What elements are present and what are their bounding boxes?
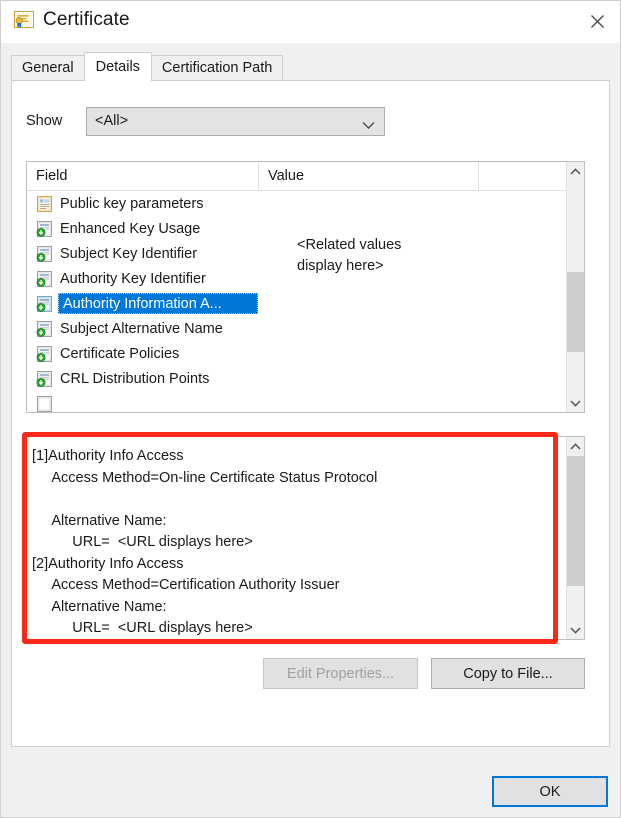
list-item-label: Subject Key Identifier: [60, 245, 198, 262]
column-header-field-label: Field: [36, 168, 68, 184]
list-item[interactable]: Subject Alternative Name: [27, 316, 568, 341]
show-dropdown[interactable]: <All>: [86, 107, 385, 136]
tab-details[interactable]: Details: [83, 52, 152, 81]
scroll-down-icon[interactable]: [567, 394, 584, 412]
close-icon[interactable]: [574, 1, 620, 41]
tab-general[interactable]: General: [11, 55, 85, 80]
extension-download-icon: [36, 220, 53, 237]
extension-download-icon: [36, 295, 53, 312]
list-column-headers: Field Value: [27, 162, 584, 191]
list-item-selected[interactable]: Authority Information A...: [27, 291, 568, 316]
edit-properties-label: Edit Properties...: [286, 665, 395, 682]
show-dropdown-value: <All>: [95, 113, 129, 129]
tab-certification-path[interactable]: Certification Path: [150, 55, 284, 80]
scroll-down-icon[interactable]: [567, 621, 584, 639]
field-list-rows: Public key parameters Enhanced Key Usage: [27, 191, 568, 412]
list-item-label: Certificate Policies: [60, 345, 180, 362]
list-item-label: Public key parameters: [60, 195, 204, 212]
certificate-dialog: Certificate General Details Certificatio…: [0, 0, 621, 818]
detail-scrollbar[interactable]: [566, 437, 584, 639]
list-item-label: CRL Distribution Points: [60, 370, 210, 387]
tab-strip: General Details Certification Path: [11, 52, 284, 81]
column-header-field[interactable]: Field: [27, 162, 259, 190]
scroll-up-icon[interactable]: [567, 437, 584, 455]
certificate-field-list[interactable]: Field Value Public key parameters Enhanc…: [26, 161, 585, 413]
list-item-label: Enhanced Key Usage: [60, 220, 201, 237]
window-title: Certificate: [43, 9, 130, 30]
show-label: Show: [26, 113, 63, 129]
list-item[interactable]: Public key parameters: [27, 191, 568, 216]
extension-download-icon: [36, 320, 53, 337]
copy-to-file-button[interactable]: Copy to File...: [431, 658, 585, 689]
field-list-scroll-thumb[interactable]: [567, 272, 584, 352]
tab-certification-path-label: Certification Path: [161, 60, 273, 76]
chevron-down-icon: [362, 117, 375, 135]
column-header-spacer: [479, 162, 565, 190]
list-item-label: Subject Alternative Name: [60, 320, 223, 337]
column-header-value-label: Value: [268, 168, 305, 184]
ok-button[interactable]: OK: [492, 776, 608, 807]
document-icon: [36, 195, 53, 212]
list-item[interactable]: Certificate Policies: [27, 341, 568, 366]
detail-scroll-thumb[interactable]: [567, 456, 584, 586]
ok-label: OK: [539, 783, 561, 800]
list-item[interactable]: CRL Distribution Points: [27, 366, 568, 391]
scroll-up-icon[interactable]: [567, 162, 584, 180]
list-item-label: Authority Information A...: [63, 295, 222, 312]
list-item[interactable]: Enhanced Key Usage: [27, 216, 568, 241]
list-item-label: Authority Key Identifier: [60, 270, 206, 287]
copy-to-file-label: Copy to File...: [463, 665, 553, 682]
certificate-icon: [14, 11, 34, 29]
extension-download-icon: [36, 395, 53, 412]
list-item[interactable]: Authority Key Identifier: [27, 266, 568, 291]
tab-details-label: Details: [95, 59, 140, 75]
field-list-scrollbar[interactable]: [566, 162, 584, 412]
detail-text: [1]Authority Info Access Access Method=O…: [32, 448, 378, 636]
extension-download-icon: [36, 270, 53, 287]
extension-download-icon: [36, 345, 53, 362]
certificate-detail-textbox[interactable]: [1]Authority Info Access Access Method=O…: [26, 436, 585, 640]
list-item-partial[interactable]: [27, 391, 568, 412]
tab-general-label: General: [22, 60, 74, 76]
column-header-value[interactable]: Value: [259, 162, 479, 190]
list-item[interactable]: Subject Key Identifier: [27, 241, 568, 266]
edit-properties-button[interactable]: Edit Properties...: [263, 658, 418, 689]
extension-download-icon: [36, 370, 53, 387]
title-bar: Certificate: [1, 1, 620, 43]
extension-download-icon: [36, 245, 53, 262]
